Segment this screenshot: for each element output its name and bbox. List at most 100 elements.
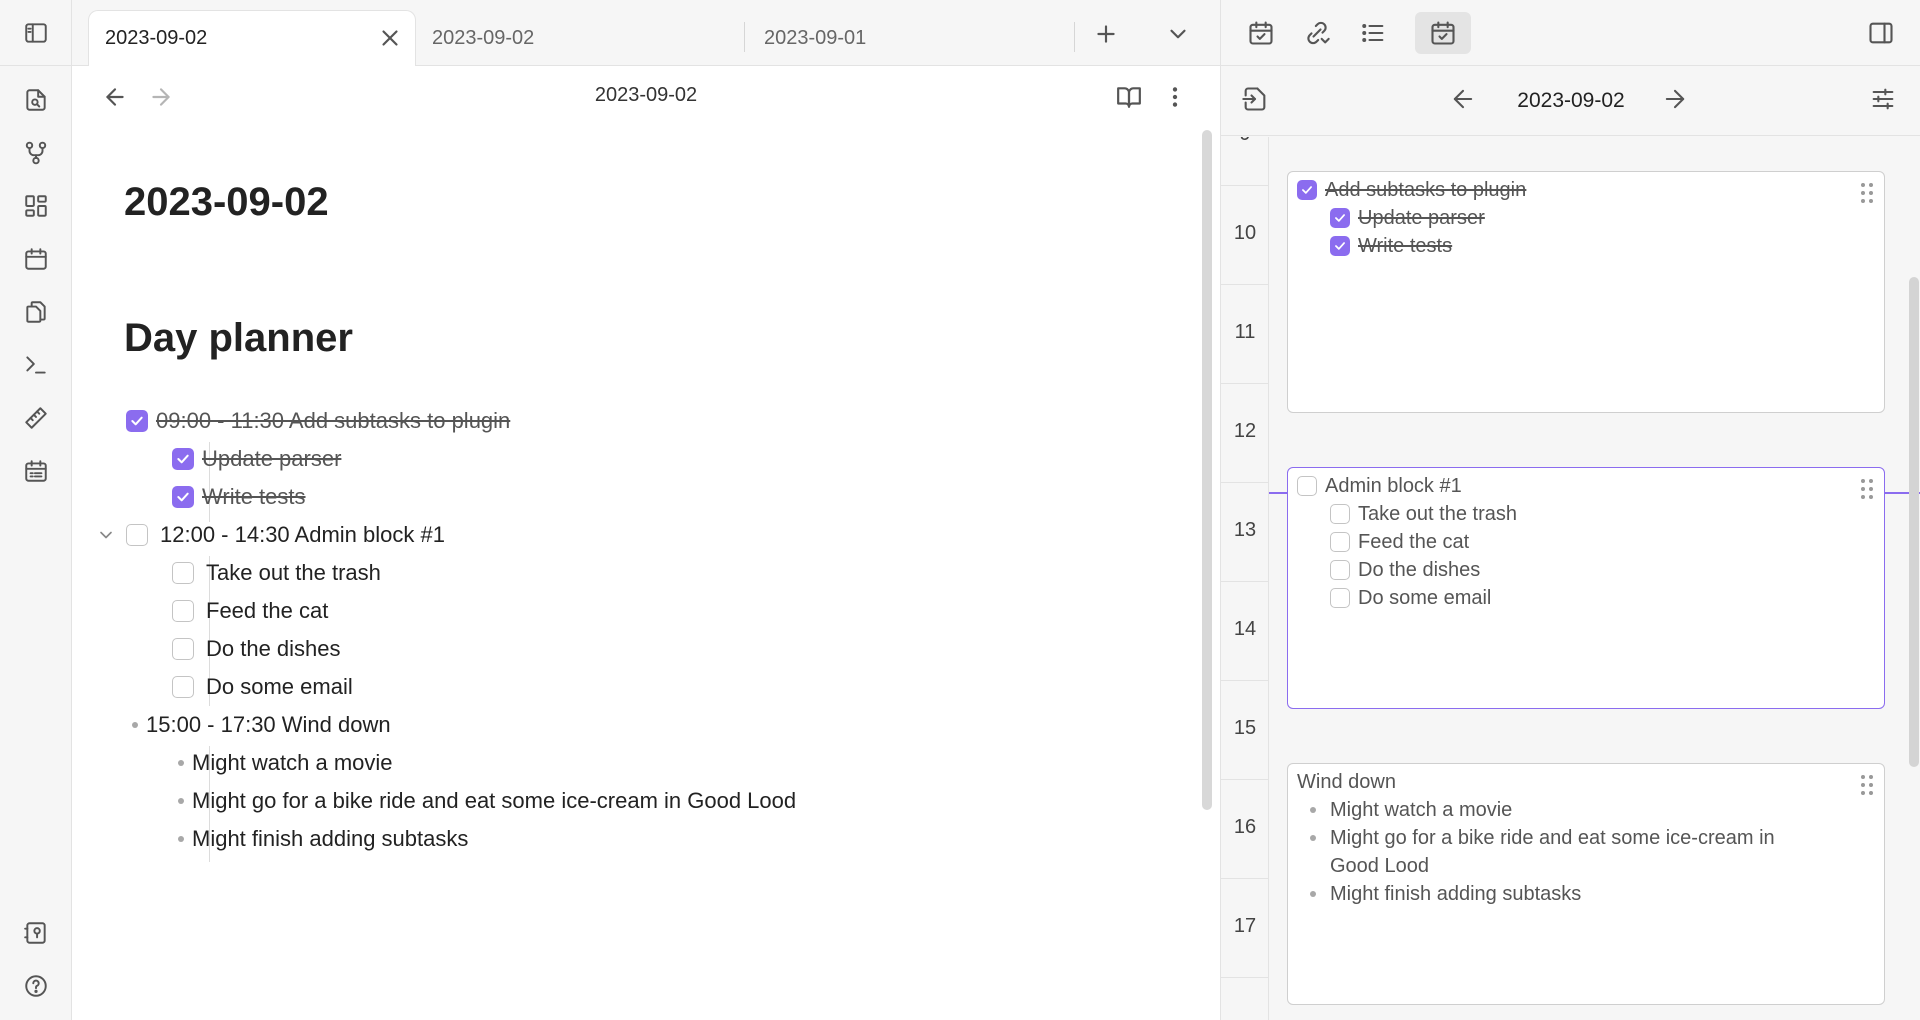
list-item: 15:00 - 17:30 Wind down xyxy=(124,706,391,744)
timeline-block-3[interactable]: Wind down Might watch a movie Might go f… xyxy=(1287,763,1885,1005)
task-checkbox[interactable] xyxy=(1297,476,1317,496)
list-text[interactable]: Might watch a movie xyxy=(192,750,393,776)
task-checkbox[interactable] xyxy=(126,410,148,432)
task-text[interactable]: Feed the cat xyxy=(206,598,328,624)
right-sidebar-toggle-icon[interactable] xyxy=(1853,12,1909,54)
canvas-icon[interactable] xyxy=(16,186,56,226)
timeline-scrollbar[interactable] xyxy=(1909,277,1919,767)
task-checkbox[interactable] xyxy=(1330,588,1350,608)
bullet xyxy=(178,798,184,804)
block-task-text: Do some email xyxy=(1358,586,1492,609)
view-title[interactable]: 2023-09-02 xyxy=(72,84,1220,107)
timeline-block-1[interactable]: Add subtasks to plugin Update parser Wri… xyxy=(1287,171,1885,413)
block-task: Admin block #1 xyxy=(1297,472,1462,500)
hour-cell: 15 xyxy=(1221,681,1269,780)
list-item: Might finish adding subtasks xyxy=(124,820,468,858)
timeline[interactable]: 9 10 11 12 13 14 15 16 17 Add subtasks t… xyxy=(1221,137,1920,1020)
new-tab-icon[interactable] xyxy=(1088,16,1124,52)
hour-cell: 11 xyxy=(1221,285,1269,384)
tab-label: 2023-09-02 xyxy=(432,26,535,49)
hour-label: 16 xyxy=(1233,816,1257,838)
timeline-date[interactable]: 2023-09-02 xyxy=(1221,89,1920,113)
graph-view-icon[interactable] xyxy=(16,133,56,173)
command-palette-icon[interactable] xyxy=(16,345,56,385)
task-checkbox[interactable] xyxy=(172,562,194,584)
task-checkbox[interactable] xyxy=(1330,560,1350,580)
task-checkbox[interactable] xyxy=(1297,180,1317,200)
day-planner-icon[interactable] xyxy=(16,451,56,491)
daily-note-calendar-icon[interactable] xyxy=(16,239,56,279)
editor-scrollbar[interactable] xyxy=(1202,130,1212,810)
block-list-item: Might finish adding subtasks xyxy=(1310,880,1581,908)
task-checkbox[interactable] xyxy=(1330,504,1350,524)
subtask-item: Feed the cat xyxy=(124,592,328,630)
day-planner-timeline-icon[interactable] xyxy=(1415,12,1471,54)
task-text[interactable]: 12:00 - 14:30 Admin block #1 xyxy=(160,522,445,548)
bullet xyxy=(1310,835,1316,841)
task-checkbox[interactable] xyxy=(1330,208,1350,228)
task-text[interactable]: Do some email xyxy=(206,674,353,700)
list-item: Might go for a bike ride and eat some ic… xyxy=(124,782,796,820)
ruler-icon[interactable] xyxy=(16,398,56,438)
section-heading: Day planner xyxy=(124,316,353,360)
subtask-item: Update parser xyxy=(124,440,341,478)
open-quick-switcher-icon[interactable] xyxy=(16,80,56,120)
block-list-item: Might watch a movie xyxy=(1310,796,1512,824)
task-checkbox[interactable] xyxy=(172,448,194,470)
drag-handle-icon[interactable] xyxy=(1860,182,1874,204)
task-text[interactable]: Do the dishes xyxy=(206,636,341,662)
task-checkbox[interactable] xyxy=(172,600,194,622)
tab-bar: 2023-09-02 2023-09-02 2023-09-01 xyxy=(72,0,1220,66)
task-item: 09:00 - 11:30 Add subtasks to plugin xyxy=(124,402,510,440)
templates-icon[interactable] xyxy=(16,292,56,332)
hour-label: 12 xyxy=(1233,420,1257,442)
task-checkbox[interactable] xyxy=(172,676,194,698)
block-subtask: Take out the trash xyxy=(1330,500,1517,528)
next-day-arrow-icon[interactable] xyxy=(1647,78,1703,120)
tab-2023-09-01[interactable]: 2023-09-01 xyxy=(748,10,1074,66)
reading-view-icon[interactable] xyxy=(1112,80,1146,114)
help-icon[interactable] xyxy=(16,966,56,1006)
list-text[interactable]: Might go for a bike ride and eat some ic… xyxy=(192,788,796,814)
sidebar-toolbar xyxy=(1221,0,1920,66)
task-checkbox[interactable] xyxy=(172,486,194,508)
subtask-item: Write tests xyxy=(124,478,306,516)
tab-2023-09-02[interactable]: 2023-09-02 xyxy=(416,10,742,66)
hour-cell: 12 xyxy=(1221,384,1269,483)
task-text[interactable]: Write tests xyxy=(202,484,306,510)
drag-handle-icon[interactable] xyxy=(1860,478,1874,500)
list-text[interactable]: 15:00 - 17:30 Wind down xyxy=(146,712,391,738)
block-task-text: Take out the trash xyxy=(1358,502,1517,525)
chevron-down-icon[interactable] xyxy=(1160,16,1196,52)
block-list-text: Might watch a movie xyxy=(1330,798,1513,821)
tab-2023-09-02-active[interactable]: 2023-09-02 xyxy=(88,10,416,66)
right-sidebar: 2023-09-02 9 10 11 12 13 14 15 16 17 Add… xyxy=(1220,0,1920,1020)
subtask-item: Do some email xyxy=(124,668,353,706)
calendar-check-icon[interactable] xyxy=(1233,12,1289,54)
hour-label: 17 xyxy=(1233,915,1257,937)
block-list-text: Good Lood xyxy=(1330,854,1429,877)
task-text[interactable]: 09:00 - 11:30 Add subtasks to plugin xyxy=(156,408,510,434)
vault-switch-icon[interactable] xyxy=(16,913,56,953)
task-checkbox[interactable] xyxy=(1330,532,1350,552)
block-task-text: Feed the cat xyxy=(1358,530,1470,553)
hour-label: 9 xyxy=(1221,137,1269,146)
task-text[interactable]: Update parser xyxy=(202,446,341,472)
list-text[interactable]: Might finish adding subtasks xyxy=(192,826,468,852)
outline-icon[interactable] xyxy=(1345,12,1401,54)
task-checkbox[interactable] xyxy=(126,524,148,546)
close-icon[interactable] xyxy=(377,25,401,49)
task-checkbox[interactable] xyxy=(172,638,194,660)
timeline-block-2[interactable]: Admin block #1 Take out the trash Feed t… xyxy=(1287,467,1885,709)
left-ribbon xyxy=(0,0,72,1020)
collapse-chevron-icon[interactable] xyxy=(96,525,116,545)
outgoing-links-icon[interactable] xyxy=(1289,12,1345,54)
task-text[interactable]: Take out the trash xyxy=(206,560,381,586)
sidebar-toggle-icon[interactable] xyxy=(16,13,56,53)
drag-handle-icon[interactable] xyxy=(1860,774,1874,796)
tab-divider xyxy=(1074,22,1075,52)
settings-sliders-icon[interactable] xyxy=(1855,78,1911,120)
more-options-icon[interactable] xyxy=(1158,80,1192,114)
task-checkbox[interactable] xyxy=(1330,236,1350,256)
block-subtask: Feed the cat xyxy=(1330,528,1469,556)
